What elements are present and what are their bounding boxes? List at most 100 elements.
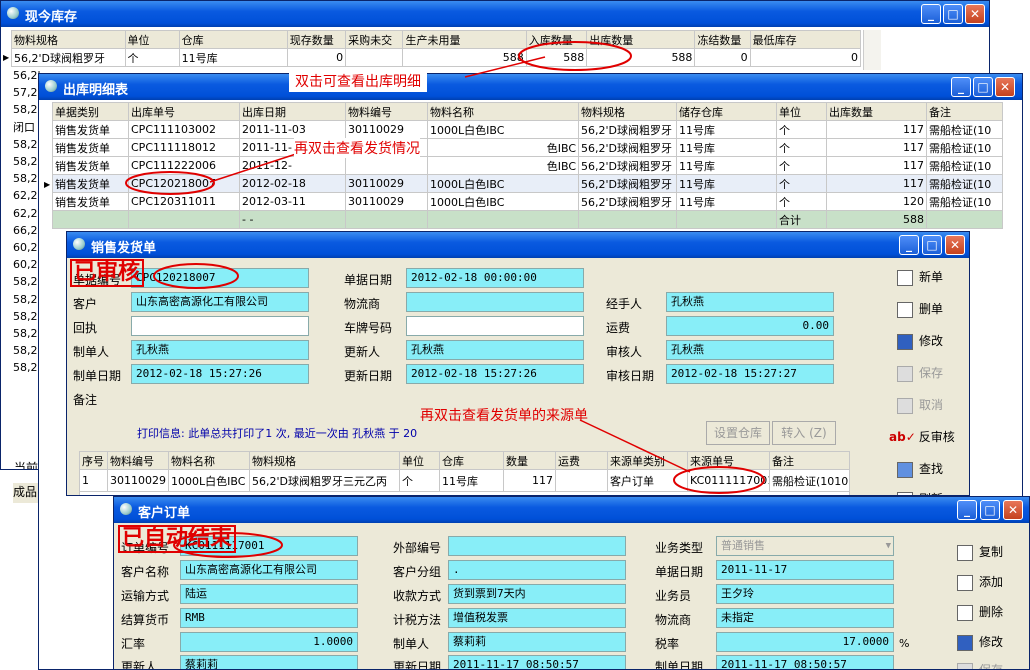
col-header[interactable]: 生产未用量 — [402, 30, 527, 49]
cell[interactable]: 588 — [525, 48, 588, 67]
col-header[interactable]: 数量 — [503, 451, 556, 470]
update-date-field[interactable]: 2011-11-17 08:50:57 — [448, 655, 626, 669]
col-header[interactable]: 储存仓库 — [676, 102, 777, 121]
cell[interactable]: 117 — [826, 138, 927, 157]
cell[interactable]: 11号库 — [676, 174, 777, 193]
minimize-button[interactable]: _ — [951, 77, 971, 97]
cell[interactable]: 11号库 — [676, 156, 777, 175]
maximize-button[interactable]: □ — [973, 77, 993, 97]
list-item[interactable]: 57,2' — [13, 84, 41, 101]
new-doc-button[interactable]: 新单 — [897, 268, 943, 286]
cell[interactable]: 个 — [776, 156, 827, 175]
table-row[interactable]: 销售发货单 CPC120311011 2012-03-11 30110029 1… — [52, 192, 1003, 211]
search-button[interactable]: 查找 — [897, 460, 943, 478]
cell[interactable]: 2011-12- — [239, 156, 346, 175]
cell[interactable]: 个 — [399, 469, 440, 492]
close-button[interactable]: ✕ — [995, 77, 1015, 97]
cell[interactable]: 0 — [286, 48, 347, 67]
plate-field[interactable] — [406, 316, 584, 336]
cell[interactable]: 需船检证(10 — [926, 138, 1003, 157]
cell[interactable]: CPC111222006 — [128, 156, 240, 175]
cell[interactable]: 56,2'D球阀粗罗牙 — [578, 156, 677, 175]
unaudit-button[interactable]: ab✓ 反审核 — [889, 428, 955, 445]
list-item[interactable]: 62,2' — [13, 187, 41, 204]
list-item[interactable]: 闭口 — [13, 119, 41, 136]
list-item[interactable]: 66,2' — [13, 222, 41, 239]
cell[interactable]: CPC111103002 — [128, 120, 240, 139]
audit-date-field[interactable]: 2012-02-18 15:27:27 — [666, 364, 834, 384]
cell[interactable]: 需船检证(10 — [926, 174, 1003, 193]
stock-scrollbar[interactable] — [863, 30, 881, 70]
cell[interactable]: 1000L白色IBC — [427, 120, 579, 139]
chevron-down-icon[interactable]: ▼ — [886, 537, 891, 555]
save-button[interactable]: 保存 — [957, 661, 1003, 669]
cell[interactable]: 个 — [776, 174, 827, 193]
list-item[interactable]: 58,2' — [13, 136, 41, 153]
cell[interactable]: 117 — [503, 469, 556, 492]
close-button[interactable]: ✕ — [965, 4, 985, 24]
list-item[interactable]: 58,2' — [13, 101, 41, 118]
col-header[interactable]: 来源单类别 — [607, 451, 688, 470]
cell[interactable]: CPC120311011 — [128, 192, 240, 211]
edit-button[interactable]: 修改 — [897, 332, 943, 350]
cell[interactable]: 588 — [402, 48, 527, 67]
auditor-field[interactable]: 孔秋燕 — [666, 340, 834, 360]
doc-no-field[interactable]: CPC120218007 — [131, 268, 309, 288]
doc-date-field[interactable]: 2011-11-17 — [716, 560, 894, 580]
list-item[interactable]: 60,2' — [13, 256, 41, 273]
cell-doc-no[interactable]: CPC120218007 — [128, 174, 240, 193]
col-header[interactable]: 物料名称 — [168, 451, 250, 470]
stock-titlebar[interactable]: 现今库存 _ □ ✕ — [1, 1, 989, 27]
col-header[interactable]: 现存数量 — [286, 30, 347, 49]
cell[interactable]: 销售发货单 — [52, 156, 129, 175]
cell[interactable]: 1000L白色IBC — [168, 469, 250, 492]
cell[interactable]: 56,2'D球阀粗罗牙 — [578, 120, 677, 139]
col-header[interactable]: 仓库 — [439, 451, 504, 470]
biz-type-select[interactable]: 普通销售 ▼ — [716, 536, 894, 556]
cell[interactable] — [345, 48, 404, 67]
list-item[interactable]: 58,2' — [13, 325, 41, 342]
list-item[interactable]: 60,2' — [13, 239, 41, 256]
cell[interactable]: 1000L白色IBC — [427, 174, 579, 193]
col-header[interactable]: 出库单号 — [128, 102, 240, 121]
col-header[interactable]: 采购未交 — [345, 30, 404, 49]
col-header[interactable]: 单位 — [776, 102, 827, 121]
cell[interactable] — [555, 469, 608, 492]
cell[interactable]: 0 — [749, 48, 862, 67]
col-header[interactable]: 单据类别 — [52, 102, 129, 121]
cell[interactable]: 销售发货单 — [52, 120, 129, 139]
cell[interactable]: 2012-03-11 — [239, 192, 346, 211]
list-item[interactable]: 58,2' — [13, 273, 41, 290]
cell[interactable] — [345, 156, 428, 175]
col-header[interactable]: 物料编号 — [345, 102, 428, 121]
cell[interactable]: 客户订单 — [607, 469, 688, 492]
tax-method-field[interactable]: 增值税发票 — [448, 608, 626, 628]
col-header[interactable]: 入库数量 — [525, 30, 588, 49]
cell[interactable]: 色IBC — [427, 156, 579, 175]
col-header[interactable]: 物料规格 — [578, 102, 677, 121]
maximize-button[interactable]: □ — [943, 4, 963, 24]
cell[interactable]: 117 — [826, 120, 927, 139]
cancel-button[interactable]: 取消 — [897, 396, 943, 414]
maximize-button[interactable]: □ — [980, 500, 1000, 520]
handler-field[interactable]: 孔秋燕 — [666, 292, 834, 312]
cell[interactable]: 30110029 — [345, 120, 428, 139]
cell[interactable]: 56,2'D球阀粗罗牙 — [11, 48, 126, 67]
make-date-field[interactable]: 2011-11-17 08:50:57 — [716, 655, 894, 669]
cell[interactable]: 11号库 — [676, 120, 777, 139]
close-button[interactable]: ✕ — [945, 235, 965, 255]
updater-field[interactable]: 蔡莉莉 — [180, 655, 358, 669]
cell[interactable]: 个 — [776, 192, 827, 211]
make-date-field[interactable]: 2012-02-18 15:27:26 — [131, 364, 309, 384]
doc-date-field[interactable]: 2012-02-18 00:00:00 — [406, 268, 584, 288]
cell[interactable]: 117 — [826, 174, 927, 193]
cell[interactable]: 销售发货单 — [52, 192, 129, 211]
col-header[interactable]: 来源单号 — [687, 451, 770, 470]
col-header[interactable]: 冻结数量 — [694, 30, 751, 49]
cell[interactable]: 11号库 — [178, 48, 288, 67]
cell[interactable]: 2011-11-03 — [239, 120, 346, 139]
cell[interactable]: 个 — [776, 120, 827, 139]
col-header[interactable]: 单位 — [399, 451, 440, 470]
rate-field[interactable]: 1.0000 — [180, 632, 358, 652]
table-row[interactable]: 56,2'D球阀粗罗牙 个 11号库 0 588 588 588 0 0 — [11, 48, 862, 67]
